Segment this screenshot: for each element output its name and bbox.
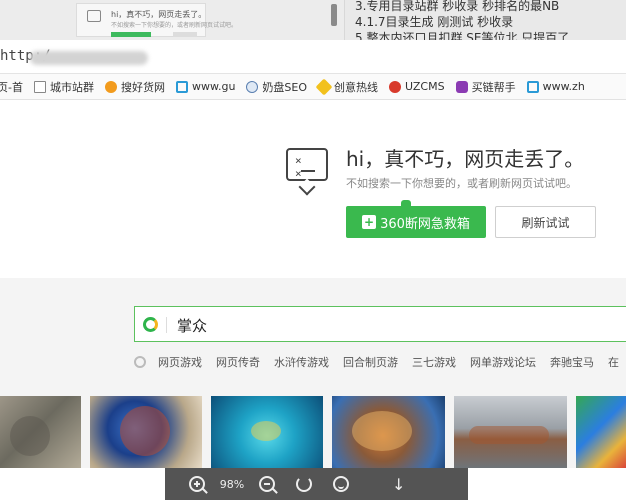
- hot-link[interactable]: 在: [608, 354, 619, 370]
- first-aid-icon: +: [362, 215, 377, 229]
- smile-icon[interactable]: [333, 476, 349, 492]
- search-engine-logo-icon: [143, 317, 158, 332]
- bookmark-item[interactable]: www.gu: [175, 80, 236, 93]
- hot-link[interactable]: 水浒传游戏: [274, 354, 329, 370]
- s-logo-icon: [104, 80, 117, 93]
- red-logo-icon: [389, 80, 402, 93]
- bracket-icon: [526, 80, 539, 93]
- error-face-eyes: × ×: [295, 154, 308, 180]
- rescue-button-label: 360断网急救箱: [380, 216, 470, 232]
- hot-link[interactable]: 网页传奇: [216, 354, 260, 370]
- settings-gear-icon[interactable]: [134, 356, 146, 368]
- battle-game-thumb[interactable]: [332, 396, 445, 468]
- bookmark-label: 创意热线: [334, 80, 379, 94]
- hot-link[interactable]: 网页游戏: [158, 354, 202, 370]
- bookmark-label: 奶盘SEO: [262, 80, 308, 94]
- background-scrollbar[interactable]: [331, 4, 337, 26]
- image-strip: [0, 396, 626, 468]
- hot-link[interactable]: 三七游戏: [412, 354, 456, 370]
- purple-logo-icon: [455, 80, 468, 93]
- error-subtitle: 不如搜索一下你想要的，或者刷新网页试试吧。: [346, 177, 577, 190]
- app-icons-thumb[interactable]: [576, 396, 626, 468]
- bookmark-item[interactable]: 买链帮手: [455, 79, 516, 95]
- search-query[interactable]: 掌众: [177, 315, 207, 336]
- error-face-icon: × ×: [286, 148, 328, 181]
- background-window-left: hi，真不巧，网页走丢了。 不如搜索一下你想要的，或者刷新网页试试吧。: [0, 0, 345, 40]
- background-error-title: hi，真不巧，网页走丢了。: [111, 10, 207, 19]
- hot-link[interactable]: 网单游戏论坛: [470, 354, 536, 370]
- sad-face-icon: [87, 10, 101, 22]
- browser-screenshot: hi，真不巧，网页走丢了。 不如搜索一下你想要的，或者刷新网页试试吧。 3.专用…: [0, 0, 626, 500]
- error-face-mouth: [301, 170, 315, 172]
- rotate-icon[interactable]: [296, 476, 312, 492]
- bookmark-item[interactable]: 搜好货网: [104, 79, 165, 95]
- bookmark-item[interactable]: UZCMS: [389, 80, 445, 93]
- doc-icon: [33, 80, 46, 93]
- bookmark-label: 买链帮手: [471, 80, 516, 94]
- gear-icon: [315, 78, 333, 95]
- background-window: hi，真不巧，网页走丢了。 不如搜索一下你想要的，或者刷新网页试试吧。 3.专用…: [0, 0, 626, 45]
- dragon-art-thumb[interactable]: [90, 396, 202, 468]
- rotary-kiln-thumb[interactable]: [454, 396, 567, 468]
- background-grey-button: [173, 32, 197, 37]
- hot-links-row: 网页游戏 网页传奇 水浒传游戏 回合制页游 三七游戏 网单游戏论坛 奔驰宝马 在: [134, 352, 626, 372]
- bookmark-item[interactable]: 城市站群: [33, 79, 94, 95]
- background-line-2: 4.1.7目录生成 刚测试 秒收录: [355, 15, 514, 29]
- background-green-button: [111, 32, 151, 37]
- bookmark-label: 页-首: [0, 80, 23, 94]
- bracket-icon: [175, 80, 188, 93]
- url-blurred-region: [30, 51, 148, 65]
- search-input[interactable]: 掌众: [134, 306, 626, 342]
- globe-icon: [246, 80, 259, 93]
- hot-link[interactable]: 回合制页游: [343, 354, 398, 370]
- hot-link[interactable]: 奔驰宝马: [550, 354, 594, 370]
- fish-game-thumb[interactable]: [211, 396, 323, 468]
- error-title: hi，真不巧，网页走丢了。: [346, 147, 585, 171]
- bookmark-item[interactable]: www.zh: [526, 80, 585, 93]
- bookmark-item[interactable]: 创意热线: [315, 78, 379, 95]
- background-text-lines: 3.专用目录站群 秒收录 秒排名的最NB 4.1.7目录生成 刚测试 秒收录 5…: [345, 0, 626, 45]
- bookmark-item[interactable]: 页-首: [0, 79, 23, 95]
- bookmark-label: 搜好货网: [120, 80, 165, 94]
- retry-button-label: 刷新试试: [521, 215, 570, 230]
- bookmark-label: www.gu: [191, 80, 236, 93]
- download-icon[interactable]: ↓: [392, 475, 405, 494]
- bookmark-label: 城市站群: [49, 80, 94, 94]
- zoom-in-icon[interactable]: [189, 476, 208, 494]
- background-line-1: 3.专用目录站群 秒收录 秒排名的最NB: [355, 0, 560, 13]
- background-error-preview: hi，真不巧，网页走丢了。 不如搜索一下你想要的，或者刷新网页试试吧。: [76, 3, 237, 37]
- network-rescue-button[interactable]: + 360断网急救箱: [346, 206, 486, 238]
- industrial-machine-thumb[interactable]: [0, 396, 81, 468]
- zoom-level: 98%: [219, 477, 245, 491]
- search-divider: [166, 317, 167, 333]
- retry-button[interactable]: 刷新试试: [495, 206, 596, 238]
- bookmark-label: www.zh: [542, 80, 585, 93]
- bookmarks-bar: 页-首 城市站群 搜好货网 www.gu 奶盘SEO 创意热线 UZCMS 买链…: [0, 74, 626, 100]
- background-error-subtitle: 不如搜索一下你想要的，或者刷新网页试试吧。: [111, 22, 238, 29]
- image-viewer-toolbar: 98% ↓: [165, 468, 468, 500]
- bookmark-label: UZCMS: [405, 80, 445, 93]
- address-bar[interactable]: http:/: [0, 40, 626, 74]
- bookmark-item[interactable]: 奶盘SEO: [246, 79, 307, 95]
- zoom-out-icon[interactable]: [259, 476, 278, 494]
